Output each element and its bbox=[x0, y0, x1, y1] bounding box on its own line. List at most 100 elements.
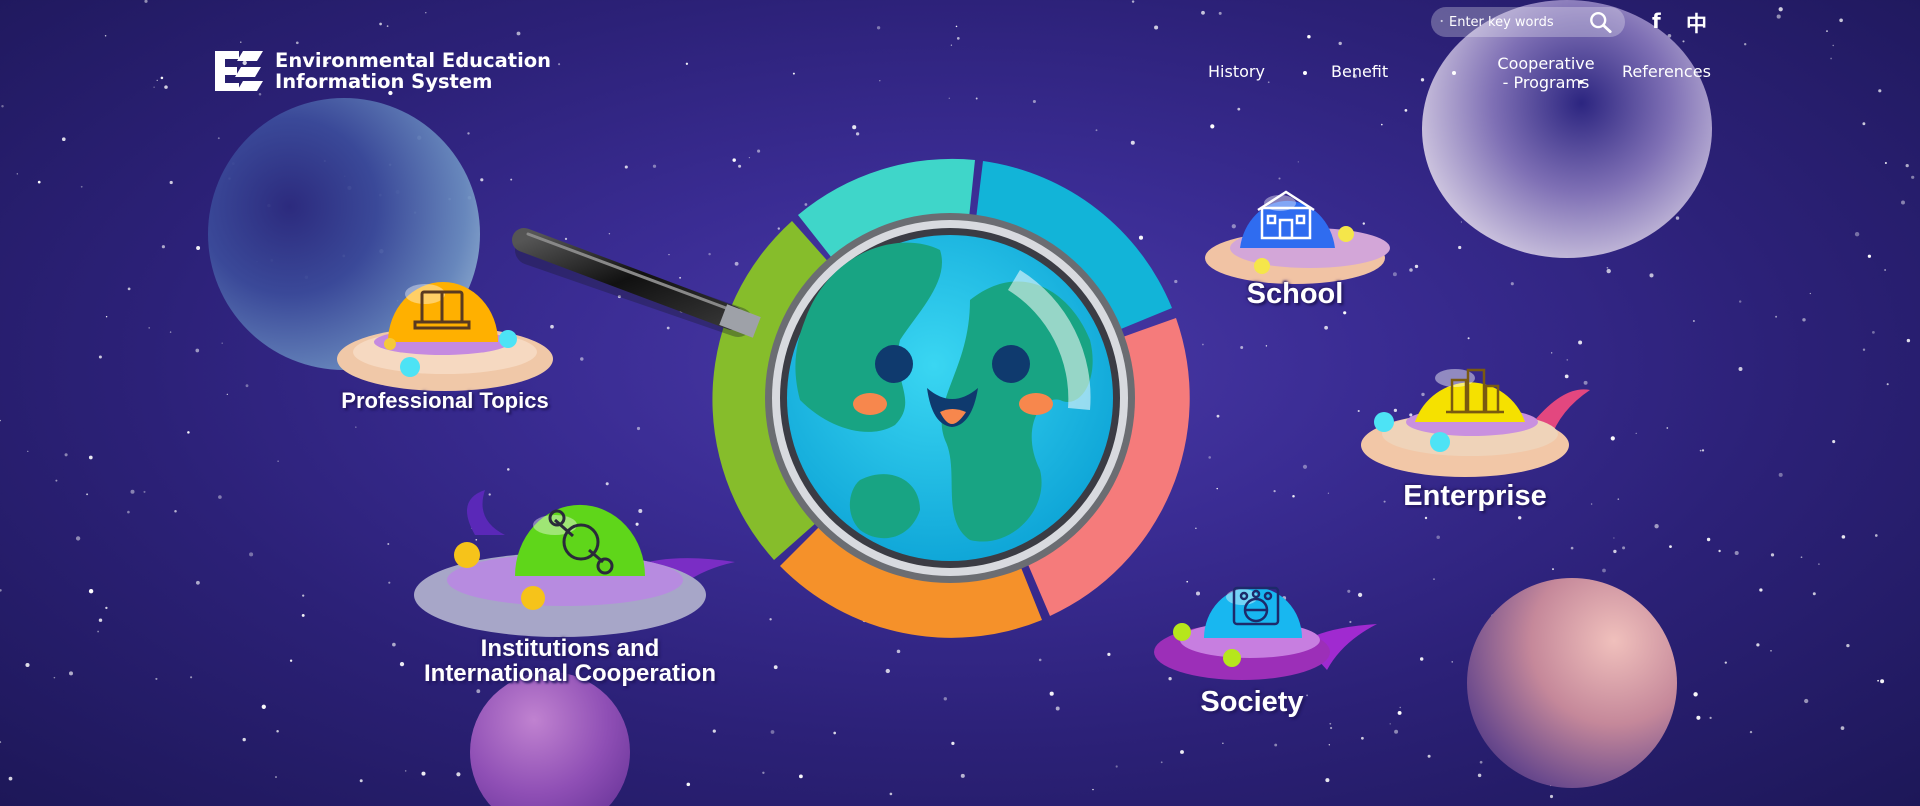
star bbox=[53, 676, 56, 679]
star bbox=[64, 453, 68, 457]
star bbox=[1759, 588, 1763, 592]
star bbox=[1210, 124, 1215, 129]
ufo-society[interactable]: Society bbox=[1152, 572, 1382, 732]
star bbox=[1878, 89, 1882, 93]
ufo-label-institutions: Institutions and International Cooperati… bbox=[405, 636, 735, 686]
star bbox=[1905, 163, 1909, 168]
star bbox=[1622, 546, 1626, 550]
logo-line-2: Information System bbox=[275, 70, 493, 93]
nav-cooperative-programs[interactable]: Cooperative - Programs bbox=[1461, 54, 1631, 92]
star bbox=[1381, 123, 1383, 126]
star bbox=[685, 62, 689, 65]
star bbox=[277, 460, 279, 462]
search-input[interactable] bbox=[1449, 14, 1589, 30]
star bbox=[1510, 282, 1514, 286]
star bbox=[1399, 706, 1401, 709]
star bbox=[276, 730, 279, 733]
star bbox=[773, 665, 778, 670]
star bbox=[1839, 18, 1843, 23]
ufo-school[interactable]: School bbox=[1200, 178, 1390, 318]
star bbox=[105, 606, 108, 610]
star bbox=[1427, 754, 1431, 758]
star bbox=[1606, 268, 1611, 274]
nav-cooperative-line-1: Cooperative bbox=[1497, 54, 1595, 73]
star bbox=[1884, 269, 1886, 271]
star bbox=[1886, 383, 1889, 386]
star bbox=[245, 384, 249, 388]
star bbox=[1274, 743, 1278, 747]
star bbox=[1578, 340, 1583, 345]
star bbox=[1770, 650, 1772, 652]
star bbox=[1404, 109, 1408, 112]
star bbox=[240, 41, 242, 43]
star bbox=[876, 26, 881, 30]
star bbox=[302, 594, 305, 597]
star bbox=[379, 22, 382, 26]
star bbox=[1718, 549, 1721, 553]
star bbox=[221, 342, 223, 344]
logo-mark-icon bbox=[215, 51, 263, 91]
star bbox=[885, 668, 890, 674]
star bbox=[169, 331, 172, 333]
star bbox=[1409, 268, 1413, 272]
nav-cooperative-line-2: - Programs bbox=[1502, 73, 1590, 92]
star bbox=[1756, 643, 1760, 647]
star bbox=[1682, 40, 1685, 43]
star bbox=[261, 704, 266, 709]
star bbox=[1549, 794, 1554, 799]
ufo-professional-topics-graphic bbox=[337, 282, 553, 391]
star bbox=[359, 779, 363, 783]
star bbox=[1830, 57, 1832, 60]
star bbox=[1696, 715, 1701, 720]
logo-text: Environmental Education Information Syst… bbox=[275, 50, 551, 92]
star bbox=[8, 776, 13, 781]
star bbox=[879, 80, 881, 82]
star bbox=[0, 589, 2, 592]
nav-references[interactable]: References bbox=[1622, 62, 1711, 81]
star bbox=[1240, 346, 1244, 349]
star bbox=[301, 613, 305, 617]
star bbox=[98, 355, 102, 359]
star bbox=[127, 287, 131, 291]
star bbox=[1749, 730, 1753, 734]
star bbox=[1460, 221, 1463, 223]
nav-benefit[interactable]: Benefit bbox=[1331, 62, 1388, 81]
ufo-enterprise[interactable]: Enterprise bbox=[1360, 350, 1600, 520]
star bbox=[1738, 367, 1743, 371]
star bbox=[105, 316, 108, 318]
star bbox=[69, 671, 73, 676]
star bbox=[1414, 264, 1419, 269]
star bbox=[852, 125, 857, 130]
ufo-institutions-international-cooperation[interactable]: Institutions and International Cooperati… bbox=[405, 480, 735, 690]
star bbox=[88, 455, 93, 460]
star bbox=[456, 772, 461, 777]
star bbox=[1394, 729, 1399, 734]
star bbox=[1265, 345, 1268, 347]
star bbox=[1216, 487, 1218, 490]
star bbox=[143, 490, 146, 493]
star bbox=[467, 132, 470, 135]
star bbox=[1325, 778, 1330, 783]
star bbox=[1392, 272, 1397, 277]
star bbox=[75, 536, 81, 541]
ufo-professional-topics[interactable]: Professional Topics bbox=[330, 264, 560, 434]
star bbox=[1095, 129, 1098, 132]
nav-history[interactable]: History bbox=[1208, 62, 1265, 81]
search-icon[interactable] bbox=[1589, 10, 1613, 34]
star bbox=[399, 661, 405, 667]
star bbox=[1237, 107, 1241, 111]
star bbox=[1397, 710, 1402, 715]
star bbox=[1107, 652, 1111, 657]
star bbox=[249, 552, 254, 557]
star bbox=[1032, 99, 1036, 104]
language-switch-button[interactable]: 中 bbox=[1686, 8, 1707, 38]
facebook-icon[interactable]: f bbox=[1652, 9, 1661, 33]
star bbox=[289, 659, 293, 662]
star bbox=[956, 37, 960, 40]
site-logo[interactable]: Environmental Education Information Syst… bbox=[213, 50, 551, 92]
star bbox=[1222, 742, 1224, 744]
star bbox=[762, 771, 765, 774]
star bbox=[275, 776, 277, 778]
star bbox=[404, 770, 407, 772]
star bbox=[1699, 449, 1702, 452]
